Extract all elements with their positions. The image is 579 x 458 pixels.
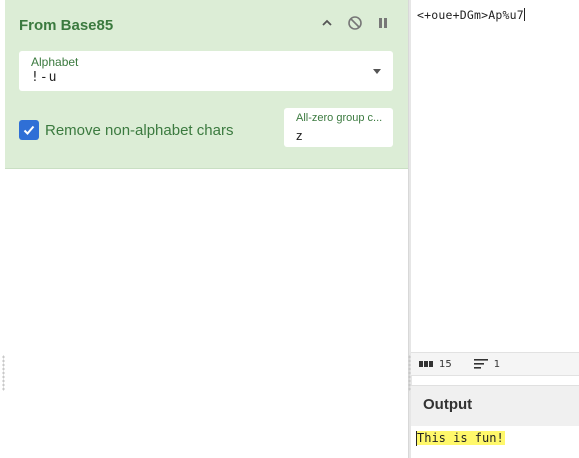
output-caret xyxy=(416,431,417,446)
operation-card: From Base85 Alphabet !-u Remove non-alph… xyxy=(5,0,408,169)
abc-icon xyxy=(419,361,433,367)
checkmark-icon xyxy=(23,125,35,135)
remove-non-alphabet-label: Remove non-alphabet chars xyxy=(45,121,234,139)
output-title: Output xyxy=(423,396,473,413)
alphabet-label: Alphabet xyxy=(31,55,79,69)
resize-grip[interactable] xyxy=(2,355,5,391)
all-zero-group-value: z xyxy=(296,128,303,143)
input-textarea[interactable]: <+oue+DGm>Ap%u7 xyxy=(411,0,579,352)
lines-stat: 1 xyxy=(473,358,501,370)
length-value: 15 xyxy=(439,358,452,370)
remove-non-alphabet-checkbox[interactable] xyxy=(19,120,39,140)
operation-title: From Base85 xyxy=(19,17,114,34)
recipe-pane: From Base85 Alphabet !-u Remove non-alph… xyxy=(0,0,408,458)
all-zero-group-field[interactable]: All-zero group c... z xyxy=(284,108,393,147)
all-zero-group-label: All-zero group c... xyxy=(296,112,383,124)
lines-icon xyxy=(473,359,488,369)
lines-value: 1 xyxy=(493,358,501,370)
dropdown-arrow-icon[interactable] xyxy=(373,69,381,74)
length-stat: 15 xyxy=(419,359,452,370)
input-text: <+oue+DGm>Ap%u7 xyxy=(417,8,525,22)
io-pane: <+oue+DGm>Ap%u7 15 1 Output This is fun! xyxy=(411,0,579,458)
disable-icon[interactable] xyxy=(346,14,364,32)
operation-controls xyxy=(318,14,392,32)
remove-non-alphabet-option: Remove non-alphabet chars xyxy=(19,120,233,140)
output-header: Output xyxy=(411,385,579,427)
alphabet-select[interactable]: Alphabet !-u xyxy=(19,51,393,91)
output-text: This is fun! xyxy=(416,431,505,445)
output-textarea[interactable]: This is fun! xyxy=(411,426,579,458)
text-caret xyxy=(523,8,525,21)
alphabet-value: !-u xyxy=(31,70,58,85)
input-status-bar: 15 1 xyxy=(411,352,579,376)
pause-icon[interactable] xyxy=(374,14,392,32)
chevron-up-icon[interactable] xyxy=(318,14,336,32)
